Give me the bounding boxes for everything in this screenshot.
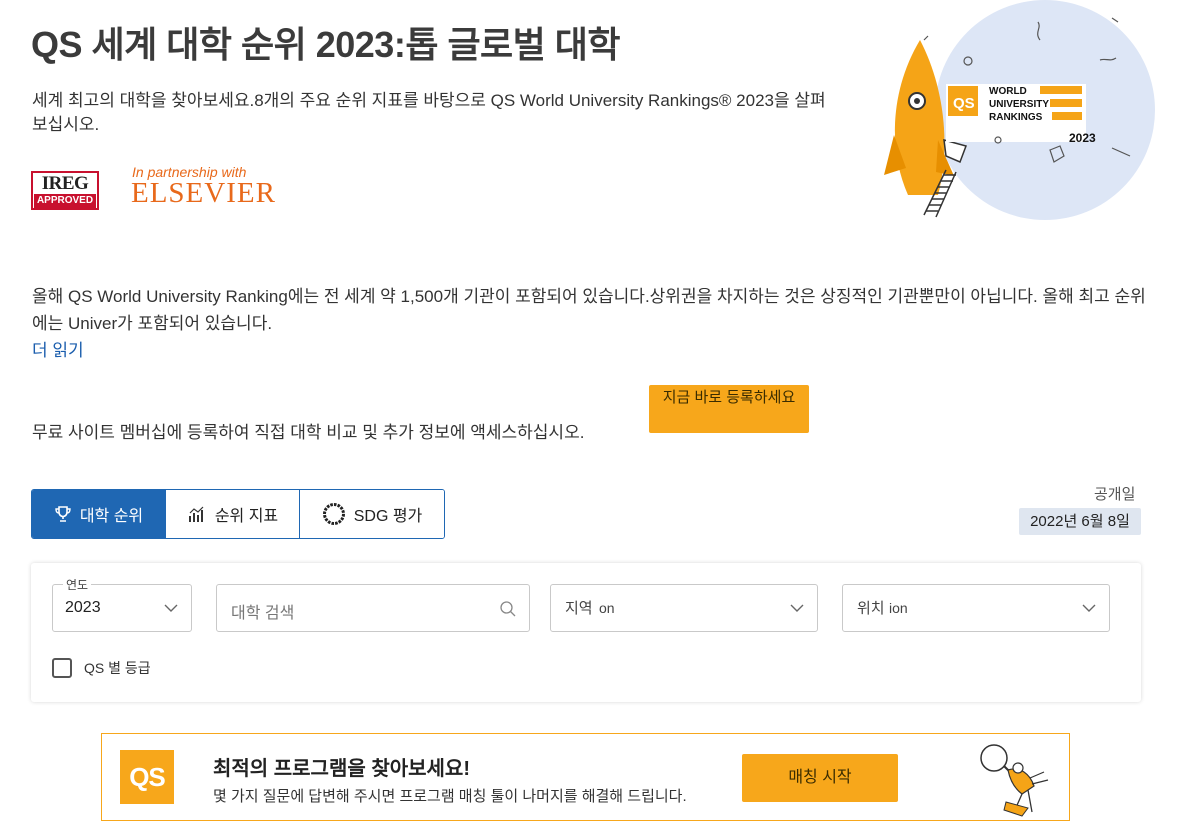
tab-ranking-indicators[interactable]: 순위 지표: [166, 490, 300, 538]
signup-prompt: 무료 사이트 멤버십에 등록하여 직접 대학 비교 및 추가 정보에 액세스하십…: [32, 423, 585, 442]
hero-qs-logo-text: QS: [953, 95, 975, 112]
location-select-value: ion: [889, 600, 908, 616]
qs-stars-filter: QS 별 등급: [52, 658, 151, 678]
tab-label: 대학 순위: [79, 508, 144, 525]
read-more-link[interactable]: 더 읽기: [32, 336, 84, 361]
year-select-value: 2023: [65, 599, 101, 616]
region-select-value: on: [599, 600, 615, 616]
region-select-label: 지역: [565, 600, 593, 617]
bar-chart-icon: [188, 506, 204, 522]
rankings-hero-illustration: QS WORLD UNIVERSITY RANKINGS 2023: [884, 0, 1155, 220]
qs-stars-checkbox[interactable]: [52, 658, 72, 678]
chevron-down-icon: [790, 604, 804, 612]
location-select-label: 위치: [857, 600, 885, 617]
qs-logo: QS: [120, 750, 174, 804]
search-icon[interactable]: [499, 600, 517, 618]
year-select[interactable]: 연도 2023: [52, 576, 192, 632]
hero-badge-line-1: WORLD: [989, 86, 1027, 97]
page-title: QS 세계 대학 순위 2023:톱 글로벌 대학: [31, 24, 621, 65]
tab-label: 순위 지표: [214, 508, 279, 525]
hero-badge-year: 2023: [1069, 131, 1096, 145]
ranking-filters-panel: 연도 2023 대학 검색 지역 on 위치 ion QS 별 등급: [31, 563, 1141, 702]
university-search-input[interactable]: 대학 검색: [216, 584, 530, 632]
year-select-legend: 연도: [63, 576, 92, 593]
chevron-down-icon: [1082, 604, 1096, 612]
elsevier-logo: ELSEVIER: [131, 177, 276, 209]
trophy-icon: [55, 506, 71, 522]
promo-title: 최적의 프로그램을 찾아보세요!: [213, 758, 470, 780]
tab-label: SDG 평가: [353, 508, 423, 525]
ireg-approved-logo: IREG APPROVED: [31, 171, 99, 210]
qs-stars-checkbox-label[interactable]: QS 별 등급: [84, 658, 151, 678]
rankings-description: 올해 QS World University Ranking에는 전 세계 약 …: [32, 287, 1146, 333]
promo-subtitle: 몇 가지 질문에 답변해 주시면 프로그램 매칭 툴이 나머지를 해결해 드립니…: [213, 788, 687, 805]
location-select[interactable]: 위치 ion: [842, 584, 1110, 632]
ranking-tabs: 대학 순위 순위 지표 SDG 평가: [31, 489, 445, 539]
program-matcher-banner: QS 최적의 프로그램을 찾아보세요! 몇 가지 질문에 답변해 주시면 프로그…: [101, 733, 1070, 821]
sdg-wheel-icon: [322, 503, 345, 525]
searching-person-illustration: [980, 744, 1049, 817]
hero-badge-line-3: RANKINGS: [989, 112, 1043, 123]
page-intro: 세계 최고의 대학을 찾아보세요.8개의 주요 순위 지표를 바탕으로 QS W…: [32, 91, 826, 134]
ireg-approved-text: APPROVED: [34, 194, 96, 208]
chevron-down-icon: [164, 604, 178, 612]
release-date-badge: 2022년 6월 8일: [1019, 508, 1141, 535]
release-date-label: 공개일: [1094, 486, 1136, 503]
search-placeholder: 대학 검색: [231, 605, 295, 622]
hero-badge-line-2: UNIVERSITY: [989, 99, 1049, 110]
start-matching-button[interactable]: 매칭 시작: [742, 754, 898, 802]
tab-university-rankings[interactable]: 대학 순위: [32, 490, 166, 538]
signup-button[interactable]: 지금 바로 등록하세요: [649, 385, 809, 433]
region-select[interactable]: 지역 on: [550, 584, 818, 632]
ireg-logo-text: IREG: [41, 173, 89, 194]
tab-sdg-rating[interactable]: SDG 평가: [300, 490, 444, 538]
